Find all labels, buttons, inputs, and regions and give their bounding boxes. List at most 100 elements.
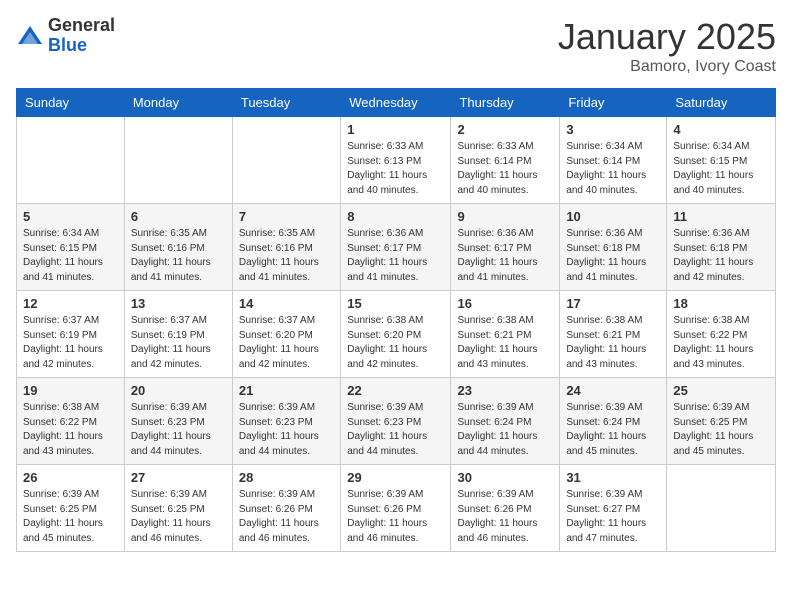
calendar-cell: 26Sunrise: 6:39 AM Sunset: 6:25 PM Dayli… bbox=[17, 465, 125, 552]
calendar-week-5: 26 Sunrise: 6:39 AM Sunset: 6:25 PM Dayli… bbox=[17, 465, 776, 552]
day-info: Sunrise: 6:34 AM Sunset: 6:15 PM Dayligh… bbox=[673, 140, 769, 198]
header-tuesday: Tuesday bbox=[232, 89, 340, 117]
day-number: 23 bbox=[457, 383, 553, 398]
day-number: 20 bbox=[131, 383, 226, 398]
calendar-cell: 22 Sunrise: 6:39 AM Sunset: 6:23 PM Dayli… bbox=[341, 378, 451, 465]
day-number: 24 bbox=[566, 383, 660, 398]
calendar-cell: 19Sunrise: 6:38 AM Sunset: 6:22 PM Dayli… bbox=[17, 378, 125, 465]
day-number: 29 bbox=[347, 470, 444, 485]
day-number: 12 bbox=[23, 296, 118, 311]
calendar-cell: 2Sunrise: 6:33 AM Sunset: 6:14 PM Daylig… bbox=[451, 117, 560, 204]
day-number: 13 bbox=[131, 296, 226, 311]
calendar-cell bbox=[124, 117, 232, 204]
calendar-cell: 5 Sunrise: 6:34 AM Sunset: 6:15 PM Daylig… bbox=[17, 204, 125, 291]
month-title: January 2025 bbox=[558, 16, 776, 58]
day-number: 14 bbox=[239, 296, 334, 311]
day-number: 9 bbox=[457, 209, 553, 224]
header-row: Sunday Monday Tuesday Wednesday Thursday… bbox=[17, 89, 776, 117]
day-info: Sunrise: 6:39 AM Sunset: 6:27 PM Dayligh… bbox=[566, 488, 660, 546]
logo-general: General bbox=[48, 16, 115, 36]
day-info: Sunrise: 6:36 AM Sunset: 6:17 PM Dayligh… bbox=[347, 227, 444, 285]
day-info: Sunrise: 6:36 AM Sunset: 6:17 PM Dayligh… bbox=[457, 227, 553, 285]
day-info: Sunrise: 6:39 AM Sunset: 6:23 PM Dayligh… bbox=[347, 401, 444, 459]
day-info: Sunrise: 6:38 AM Sunset: 6:21 PM Dayligh… bbox=[457, 314, 553, 372]
day-info: Sunrise: 6:37 AM Sunset: 6:19 PM Dayligh… bbox=[131, 314, 226, 372]
calendar-cell: 23 Sunrise: 6:39 AM Sunset: 6:24 PM Dayli… bbox=[451, 378, 560, 465]
calendar-table: Sunday Monday Tuesday Wednesday Thursday… bbox=[16, 88, 776, 552]
calendar-cell: 16 Sunrise: 6:38 AM Sunset: 6:21 PM Dayli… bbox=[451, 291, 560, 378]
calendar-cell: 13 Sunrise: 6:37 AM Sunset: 6:19 PM Dayli… bbox=[124, 291, 232, 378]
logo-icon bbox=[16, 22, 44, 50]
calendar-cell bbox=[667, 465, 776, 552]
calendar-cell: 30 Sunrise: 6:39 AM Sunset: 6:26 PM Dayli… bbox=[451, 465, 560, 552]
day-info: Sunrise: 6:39 AM Sunset: 6:26 PM Dayligh… bbox=[239, 488, 334, 546]
calendar-cell: 17 Sunrise: 6:38 AM Sunset: 6:21 PM Dayli… bbox=[560, 291, 667, 378]
day-number: 19 bbox=[23, 383, 118, 398]
calendar-cell: 20 Sunrise: 6:39 AM Sunset: 6:23 PM Dayli… bbox=[124, 378, 232, 465]
calendar-cell: 29Sunrise: 6:39 AM Sunset: 6:26 PM Dayli… bbox=[341, 465, 451, 552]
day-number: 17 bbox=[566, 296, 660, 311]
header-sunday: Sunday bbox=[17, 89, 125, 117]
day-number: 7 bbox=[239, 209, 334, 224]
day-number: 25 bbox=[673, 383, 769, 398]
header-monday: Monday bbox=[124, 89, 232, 117]
day-info: Sunrise: 6:34 AM Sunset: 6:14 PM Dayligh… bbox=[566, 140, 660, 198]
day-number: 3 bbox=[566, 122, 660, 137]
day-number: 16 bbox=[457, 296, 553, 311]
day-number: 27 bbox=[131, 470, 226, 485]
header-wednesday: Wednesday bbox=[341, 89, 451, 117]
day-number: 22 bbox=[347, 383, 444, 398]
calendar-cell: 25Sunrise: 6:39 AM Sunset: 6:25 PM Dayli… bbox=[667, 378, 776, 465]
calendar-cell: 28 Sunrise: 6:39 AM Sunset: 6:26 PM Dayli… bbox=[232, 465, 340, 552]
calendar-week-3: 12 Sunrise: 6:37 AM Sunset: 6:19 PM Dayli… bbox=[17, 291, 776, 378]
calendar-cell: 8Sunrise: 6:36 AM Sunset: 6:17 PM Daylig… bbox=[341, 204, 451, 291]
day-info: Sunrise: 6:39 AM Sunset: 6:24 PM Dayligh… bbox=[566, 401, 660, 459]
calendar-cell: 18Sunrise: 6:38 AM Sunset: 6:22 PM Dayli… bbox=[667, 291, 776, 378]
calendar-cell: 4 Sunrise: 6:34 AM Sunset: 6:15 PM Daylig… bbox=[667, 117, 776, 204]
day-info: Sunrise: 6:39 AM Sunset: 6:26 PM Dayligh… bbox=[457, 488, 553, 546]
logo-blue: Blue bbox=[48, 36, 115, 56]
calendar-cell bbox=[17, 117, 125, 204]
day-info: Sunrise: 6:38 AM Sunset: 6:20 PM Dayligh… bbox=[347, 314, 444, 372]
calendar-week-1: 1Sunrise: 6:33 AM Sunset: 6:13 PM Daylig… bbox=[17, 117, 776, 204]
calendar-body: 1Sunrise: 6:33 AM Sunset: 6:13 PM Daylig… bbox=[17, 117, 776, 552]
calendar-cell: 27 Sunrise: 6:39 AM Sunset: 6:25 PM Dayli… bbox=[124, 465, 232, 552]
day-info: Sunrise: 6:36 AM Sunset: 6:18 PM Dayligh… bbox=[566, 227, 660, 285]
day-number: 21 bbox=[239, 383, 334, 398]
title-section: January 2025 Bamoro, Ivory Coast bbox=[558, 16, 776, 76]
day-number: 11 bbox=[673, 209, 769, 224]
day-number: 5 bbox=[23, 209, 118, 224]
day-number: 28 bbox=[239, 470, 334, 485]
day-info: Sunrise: 6:39 AM Sunset: 6:25 PM Dayligh… bbox=[131, 488, 226, 546]
day-info: Sunrise: 6:39 AM Sunset: 6:24 PM Dayligh… bbox=[457, 401, 553, 459]
day-info: Sunrise: 6:39 AM Sunset: 6:23 PM Dayligh… bbox=[239, 401, 334, 459]
day-number: 31 bbox=[566, 470, 660, 485]
day-number: 4 bbox=[673, 122, 769, 137]
calendar-cell: 10 Sunrise: 6:36 AM Sunset: 6:18 PM Dayli… bbox=[560, 204, 667, 291]
calendar-cell: 31 Sunrise: 6:39 AM Sunset: 6:27 PM Dayli… bbox=[560, 465, 667, 552]
day-info: Sunrise: 6:37 AM Sunset: 6:19 PM Dayligh… bbox=[23, 314, 118, 372]
logo: General Blue bbox=[16, 16, 115, 56]
day-number: 10 bbox=[566, 209, 660, 224]
day-info: Sunrise: 6:33 AM Sunset: 6:13 PM Dayligh… bbox=[347, 140, 444, 198]
day-number: 6 bbox=[131, 209, 226, 224]
day-info: Sunrise: 6:34 AM Sunset: 6:15 PM Dayligh… bbox=[23, 227, 118, 285]
calendar-cell: 21 Sunrise: 6:39 AM Sunset: 6:23 PM Dayli… bbox=[232, 378, 340, 465]
day-info: Sunrise: 6:39 AM Sunset: 6:23 PM Dayligh… bbox=[131, 401, 226, 459]
day-number: 15 bbox=[347, 296, 444, 311]
day-info: Sunrise: 6:38 AM Sunset: 6:21 PM Dayligh… bbox=[566, 314, 660, 372]
calendar-week-4: 19Sunrise: 6:38 AM Sunset: 6:22 PM Dayli… bbox=[17, 378, 776, 465]
header-friday: Friday bbox=[560, 89, 667, 117]
day-info: Sunrise: 6:37 AM Sunset: 6:20 PM Dayligh… bbox=[239, 314, 334, 372]
day-info: Sunrise: 6:38 AM Sunset: 6:22 PM Dayligh… bbox=[673, 314, 769, 372]
day-number: 26 bbox=[23, 470, 118, 485]
day-number: 30 bbox=[457, 470, 553, 485]
calendar-cell: 3 Sunrise: 6:34 AM Sunset: 6:14 PM Daylig… bbox=[560, 117, 667, 204]
logo-text: General Blue bbox=[48, 16, 115, 56]
calendar-cell: 11Sunrise: 6:36 AM Sunset: 6:18 PM Dayli… bbox=[667, 204, 776, 291]
calendar-cell: 12 Sunrise: 6:37 AM Sunset: 6:19 PM Dayli… bbox=[17, 291, 125, 378]
calendar-cell: 6Sunrise: 6:35 AM Sunset: 6:16 PM Daylig… bbox=[124, 204, 232, 291]
calendar-cell: 24 Sunrise: 6:39 AM Sunset: 6:24 PM Dayli… bbox=[560, 378, 667, 465]
calendar-header: Sunday Monday Tuesday Wednesday Thursday… bbox=[17, 89, 776, 117]
calendar-cell: 14 Sunrise: 6:37 AM Sunset: 6:20 PM Dayli… bbox=[232, 291, 340, 378]
